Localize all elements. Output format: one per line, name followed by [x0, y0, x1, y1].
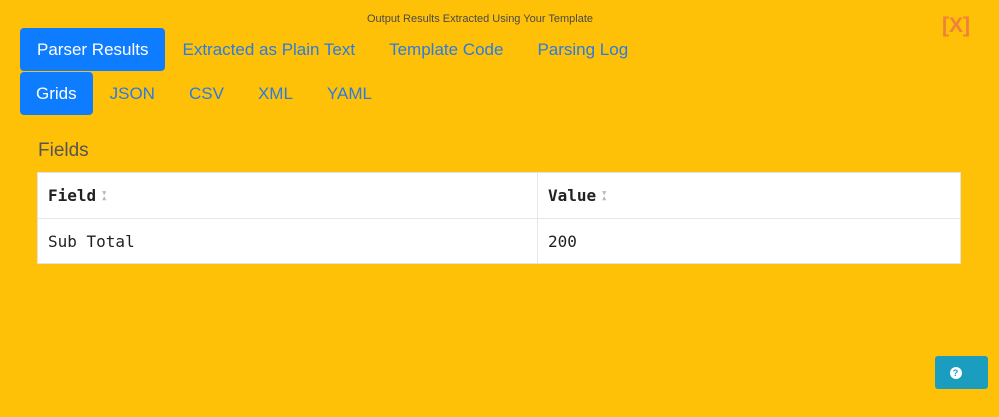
tab-grids[interactable]: Grids [20, 72, 93, 115]
tab-yaml[interactable]: YAML [310, 72, 389, 115]
column-header-value[interactable]: Value ▼ ▲ [538, 173, 960, 218]
format-tabs: Grids JSON CSV XML YAML [20, 72, 389, 115]
column-header-label: Value [548, 186, 597, 205]
grid-header-row: Field ▼ ▲ Value ▼ ▲ [38, 173, 960, 218]
tab-parsing-log[interactable]: Parsing Log [520, 28, 645, 71]
tab-json[interactable]: JSON [93, 72, 172, 115]
page-title: Output Results Extracted Using Your Temp… [366, 13, 594, 25]
sort-icon[interactable]: ▼ ▲ [102, 189, 106, 201]
fields-grid: Field ▼ ▲ Value ▼ ▲ Sub Total 200 [37, 172, 961, 264]
tab-parser-results[interactable]: Parser Results [20, 28, 166, 71]
tab-extracted-plain-text[interactable]: Extracted as Plain Text [165, 28, 372, 71]
question-circle-icon: ? [949, 366, 962, 379]
close-button[interactable]: [X] [942, 14, 970, 38]
tab-xml[interactable]: XML [241, 72, 310, 115]
column-header-field[interactable]: Field ▼ ▲ [38, 173, 538, 218]
table-row: Sub Total 200 [38, 218, 960, 263]
primary-tabs: Parser Results Extracted as Plain Text T… [20, 28, 645, 71]
value-cell: 200 [548, 231, 577, 251]
column-header-label: Field [48, 186, 97, 205]
field-cell: Sub Total [38, 219, 538, 263]
fields-section-title: Fields [38, 140, 89, 161]
help-button[interactable]: ? [935, 356, 988, 389]
tab-csv[interactable]: CSV [172, 72, 241, 115]
sort-icon[interactable]: ▼ ▲ [602, 189, 606, 201]
tab-template-code[interactable]: Template Code [372, 28, 520, 71]
